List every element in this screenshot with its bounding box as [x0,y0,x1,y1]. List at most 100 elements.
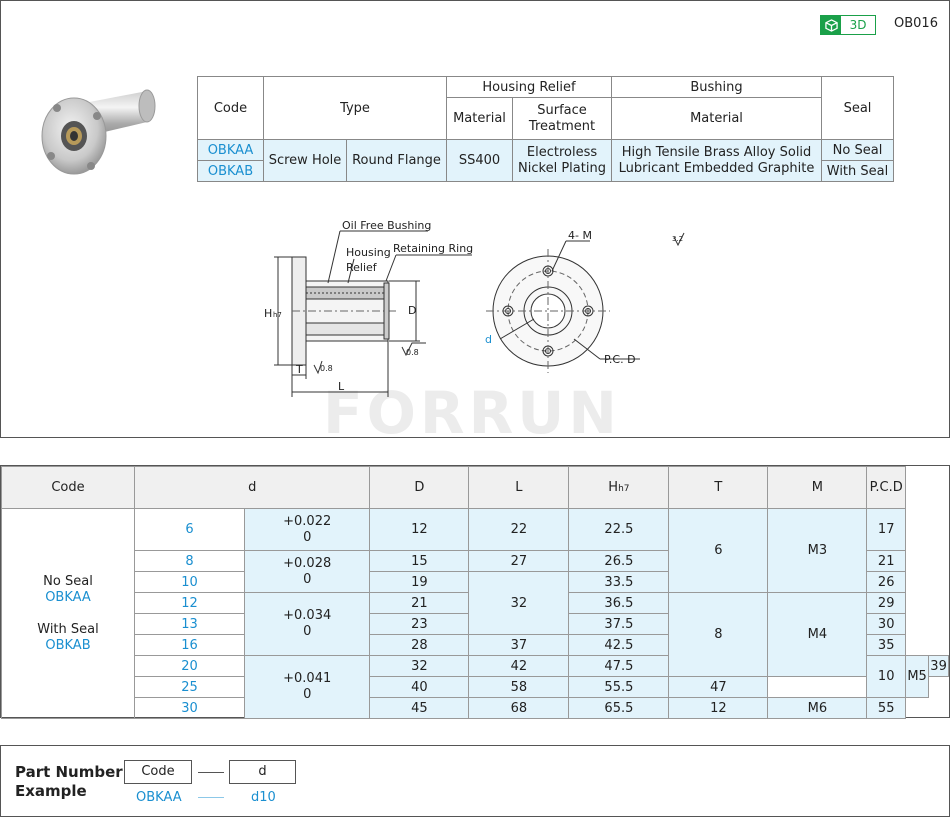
D-value: 32 [369,655,470,677]
col-H-sub: h7 [618,484,630,494]
M-value: M3 [767,508,868,593]
tol-zero: 0 [303,571,312,587]
tol-plus: +0.034 [283,608,332,623]
D-value: 19 [369,571,470,593]
d-value[interactable]: 12 [134,592,245,614]
PCD-value: 29 [866,592,906,614]
col-D: D [369,466,470,509]
D-value: 12 [369,508,470,551]
label-4m: 4- M [568,229,592,242]
example-code: OBKAA [136,790,182,805]
col-surface-treatment: Surface Treatment [512,97,612,140]
T-value: 12 [668,697,769,719]
col-PCD: P.C.D [866,466,906,509]
PCD-value: 30 [866,613,906,635]
3d-label: 3D [849,18,867,32]
d-value[interactable]: 20 [134,655,245,677]
D-value: 45 [369,697,470,719]
technical-drawing: Oil Free Bushing Housing Relief Retainin… [264,219,685,397]
code-obkab-link[interactable]: OBKAB [197,160,264,182]
d-box: d [229,760,296,784]
d-value[interactable]: 13 [134,613,245,635]
d-value[interactable]: 25 [134,676,245,698]
D-value: 21 [369,592,470,614]
label-t: T [295,363,303,376]
code-obkaa-link[interactable]: OBKAA [2,590,134,606]
col-seal: Seal [821,76,894,140]
L-value: 58 [468,676,570,698]
col-H-label: H [608,480,619,495]
tol-zero: 0 [303,687,312,702]
roughness-08-a: 0.8 [406,348,419,357]
d-tolerance: +0.034 0 [243,592,371,656]
L-value: 32 [468,571,570,635]
bushing-material-value: High Tensile Brass Alloy Solid Lubricant… [611,139,822,182]
roughness-08-b: 0.8 [320,364,333,373]
type-screw-hole: Screw Hole [262,139,348,182]
label-housing: Housing [346,246,391,259]
col-L: L [468,466,570,509]
col-code: Code [1,466,135,509]
label-oil-free-bushing: Oil Free Bushing [342,219,431,232]
H-value: 33.5 [568,571,670,593]
PCD-value: 47 [668,676,769,698]
H-value: 42.5 [568,634,670,656]
code-box: Code [124,760,192,784]
seal-with-seal: With Seal [821,160,894,182]
H-value: 47.5 [568,655,670,677]
PCD-value: 21 [866,550,906,572]
T-value: 8 [668,592,769,677]
col-code: Code [197,76,264,140]
col-bushing: Bushing [611,76,822,98]
col-housing-relief: Housing Relief [446,76,612,98]
title-line-1: Part Number [15,763,123,781]
d-value[interactable]: 10 [134,571,245,593]
no-seal-label: No Seal [43,573,93,589]
L-value: 22 [468,508,570,551]
tol-zero: 0 [303,624,312,639]
d-value[interactable]: 30 [134,697,245,719]
label-retaining-ring: Retaining Ring [393,242,473,255]
d-value[interactable]: 8 [134,550,245,572]
spec-table: Code d D L Hh7 T M P.C.D No Seal OBKAA W… [1,466,949,719]
3d-model-button[interactable]: 3D [820,15,876,35]
M-value: M4 [767,592,868,677]
PCD-value: 35 [866,634,906,656]
T-value: 10 [866,655,906,698]
d-value[interactable]: 16 [134,634,245,656]
label-h: H [264,307,272,320]
H-value: 65.5 [568,697,670,719]
cube-icon [821,16,841,34]
type-round-flange: Round Flange [346,139,447,182]
example-d: d10 [251,790,276,805]
H-value: 26.5 [568,550,670,572]
H-value: 22.5 [568,508,670,551]
code-obkaa-link[interactable]: OBKAA [197,139,264,161]
label-h-sub: h7 [273,311,282,319]
d-tolerance: +0.041 0 [243,655,371,719]
col-bushing-material: Material [611,97,822,140]
label-l: L [338,380,345,393]
product-overview-panel: 3D OB016 Code Type Housing Relief Bushin… [0,0,950,447]
L-value: 27 [468,550,570,572]
D-value: 28 [369,634,470,656]
tol-plus: +0.022 [283,513,332,529]
label-pcd: P.C. D [604,353,636,366]
spec-table-panel: Code d D L Hh7 T M P.C.D No Seal OBKAA W… [0,465,950,719]
D-value: 23 [369,613,470,635]
d-value[interactable]: 6 [134,508,245,551]
PCD-value: 17 [866,508,906,551]
PCD-value: 39 [928,655,949,677]
T-value: 6 [668,508,769,593]
col-housing-material: Material [446,97,513,140]
PCD-value: 26 [866,571,906,593]
D-value: 40 [369,676,470,698]
with-seal-label: With Seal [37,621,99,637]
tol-plus: +0.041 [283,671,332,686]
part-number-panel: Part Number Example Code d OBKAA d10 [0,745,950,817]
col-d: d [133,466,371,509]
code-obkab-link[interactable]: OBKAB [2,638,134,654]
M-value: M5 [904,655,930,698]
D-value: 15 [369,550,470,572]
label-d-inner: d [485,333,492,346]
